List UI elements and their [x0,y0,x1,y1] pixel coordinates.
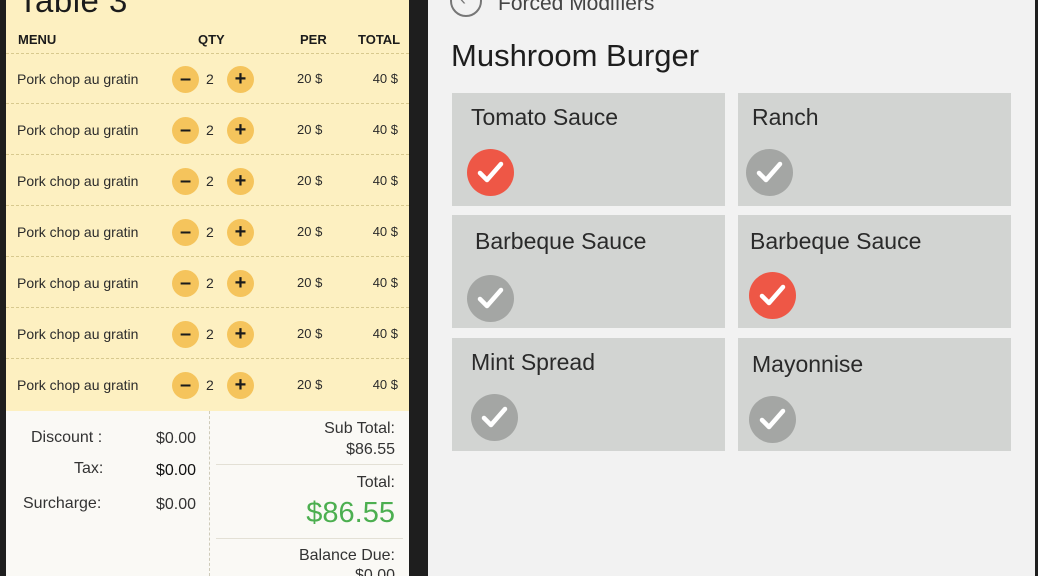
column-header-menu: MENU [18,32,57,47]
modifier-label: Tomato Sauce [471,104,619,130]
item-price: 20 $ [297,224,323,239]
totals-divider [216,538,403,539]
column-header-total: TOTAL [358,32,401,47]
column-header-per: PER [300,32,327,47]
totals-divider [216,464,403,465]
increase-qty-button[interactable]: + [227,321,254,348]
item-total: 40 $ [372,122,398,137]
order-item-row[interactable]: Pork chop au gratin – 2 + 20 $ 40 $ [6,207,409,257]
item-total: 40 $ [372,173,398,188]
item-price: 20 $ [297,173,323,188]
tax-label: Tax: [74,460,104,477]
subtotal-value: $86.55 [346,441,395,458]
item-name: Pork chop au gratin [17,224,139,240]
order-items-area: Table 3 MENU QTY PER TOTAL Pork chop au … [6,0,409,411]
item-price: 20 $ [297,275,323,290]
modifier-option-ranch[interactable]: Ranch [738,93,1011,206]
decrease-qty-button[interactable]: – [172,168,199,195]
item-price: 20 $ [297,122,323,137]
item-name: Pork chop au gratin [17,122,139,138]
modifier-label: Ranch [752,104,819,130]
decrease-qty-button[interactable]: – [172,321,199,348]
chevron-left-icon: ‹ [460,0,466,8]
modifiers-panel: ‹ Forced Modifiers Mushroom Burger Tomat… [428,0,1035,576]
modifier-option-barbeque-sauce[interactable]: Barbeque Sauce [452,215,725,328]
item-price: 20 $ [297,71,323,86]
decrease-qty-button[interactable]: – [172,117,199,144]
decrease-qty-button[interactable]: – [172,66,199,93]
discount-label: Discount : [31,429,103,446]
item-name: Pork chop au gratin [17,326,139,342]
surcharge-value: $0.00 [156,496,197,513]
decrease-qty-button[interactable]: – [172,270,199,297]
increase-qty-button[interactable]: + [227,219,254,246]
order-panel: Table 3 MENU QTY PER TOTAL Pork chop au … [6,0,409,576]
item-qty: 2 [206,224,214,240]
item-total: 40 $ [372,275,398,290]
checkmark-icon [471,394,518,441]
checkmark-icon [746,149,793,196]
decrease-qty-button[interactable]: – [172,219,199,246]
modifier-option-mayonnise[interactable]: Mayonnise [738,338,1011,451]
decrease-qty-button[interactable]: – [172,372,199,399]
increase-qty-button[interactable]: + [227,66,254,93]
checkmark-icon [467,275,514,322]
discount-value: $0.00 [156,430,197,447]
item-name: Pork chop au gratin [17,71,139,87]
order-item-row[interactable]: Pork chop au gratin – 2 + 20 $ 40 $ [6,105,409,155]
increase-qty-button[interactable]: + [227,270,254,297]
total-label: Total: [356,474,395,491]
item-total: 40 $ [372,71,398,86]
order-item-row[interactable]: Pork chop au gratin – 2 + 20 $ 40 $ [6,54,409,104]
item-name: Pork chop au gratin [17,173,139,189]
modifier-label: Mayonnise [752,351,864,377]
item-total: 40 $ [372,377,398,392]
item-price: 20 $ [297,326,323,341]
order-item-row[interactable]: Pork chop au gratin – 2 + 20 $ 40 $ [6,309,409,359]
item-name: Pork chop au gratin [17,275,139,291]
modifier-label: Barbeque Sauce [475,228,647,254]
modifier-label: Mint Spread [471,349,596,375]
item-qty: 2 [206,173,214,189]
item-total: 40 $ [372,224,398,239]
item-qty: 2 [206,122,214,138]
checkmark-icon [749,272,796,319]
modifier-option-mint-spread[interactable]: Mint Spread [452,338,725,451]
item-qty: 2 [206,71,214,87]
checkmark-icon [467,149,514,196]
order-item-row[interactable]: Pork chop au gratin – 2 + 20 $ 40 $ [6,258,409,308]
order-item-row[interactable]: Pork chop au gratin – 2 + 20 $ 40 $ [6,156,409,206]
increase-qty-button[interactable]: + [227,168,254,195]
tax-value: $0.00 [156,462,197,479]
subtotal-label: Sub Total: [324,420,395,437]
item-total: 40 $ [372,326,398,341]
increase-qty-button[interactable]: + [227,372,254,399]
modifier-option-barbeque-sauce-2[interactable]: Barbeque Sauce [738,215,1011,328]
increase-qty-button[interactable]: + [227,117,254,144]
total-value: $86.55 [306,497,395,529]
checkmark-icon [749,396,796,443]
item-qty: 2 [206,326,214,342]
table-title: Table 3 [18,0,128,19]
item-title: Mushroom Burger [451,38,700,73]
item-qty: 2 [206,275,214,291]
balance-due-value: $0.00 [354,567,395,576]
modifier-label: Barbeque Sauce [750,228,922,254]
item-name: Pork chop au gratin [17,377,139,393]
order-item-row[interactable]: Pork chop au gratin – 2 + 20 $ 40 $ [6,360,409,410]
modifier-option-tomato-sauce[interactable]: Tomato Sauce [452,93,725,206]
surcharge-label: Surcharge: [23,495,102,512]
item-qty: 2 [206,377,214,393]
balance-due-label: Balance Due: [298,547,395,564]
column-header-qty: QTY [198,32,225,47]
back-button[interactable]: ‹ [450,0,482,17]
adjustments-summary: Discount : $0.00 Tax: $0.00 Surcharge: $… [6,411,209,576]
forced-modifiers-heading: Forced Modifiers [498,0,655,15]
item-price: 20 $ [297,377,323,392]
totals-summary: Sub Total: $86.55 Total: $86.55 Balance … [210,411,409,576]
